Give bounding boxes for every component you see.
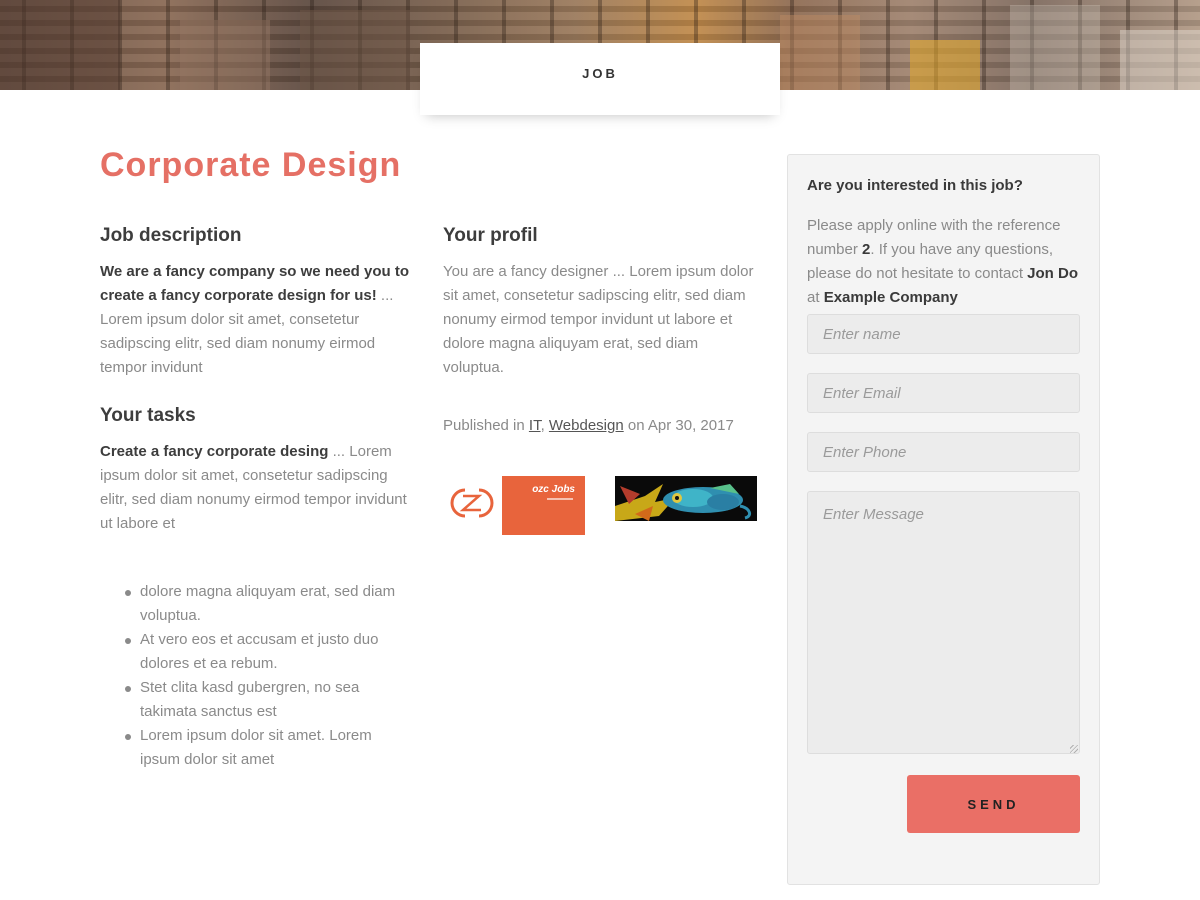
company-logo[interactable]: ozc Jobs <box>445 476 585 535</box>
message-field[interactable] <box>807 491 1080 754</box>
resize-handle-icon[interactable] <box>1070 745 1078 753</box>
logo-text: ozc Jobs <box>532 484 575 495</box>
profile-text: You are a fancy designer ... Lorem ipsum… <box>443 263 754 376</box>
chameleon-photo-icon <box>615 476 757 521</box>
published-prefix: Published in <box>443 417 529 434</box>
contact-name: Jon Do <box>1027 265 1078 282</box>
apply-text-3: at <box>807 289 824 306</box>
job-description-heading: Job description <box>100 225 242 246</box>
phone-field[interactable] <box>807 432 1080 472</box>
ozc-logo-icon <box>450 488 494 518</box>
list-item: Stet clita kasd gubergren, no sea takima… <box>125 676 412 724</box>
apply-heading: Are you interested in this job? <box>807 177 1023 194</box>
category-link-it[interactable]: IT <box>529 417 541 434</box>
tasks-text: Create a fancy corporate desing ... Lore… <box>100 440 412 536</box>
page-title: Corporate Design <box>100 146 402 184</box>
tasks-lead: Create a fancy corporate desing <box>100 443 329 460</box>
list-item: At vero eos et accusam et justo duo dolo… <box>125 628 412 676</box>
name-field[interactable] <box>807 314 1080 354</box>
send-button[interactable]: SEND <box>907 775 1080 833</box>
published-separator: , <box>540 417 549 434</box>
tasks-heading: Your tasks <box>100 405 196 426</box>
company-name: Example Company <box>823 289 958 306</box>
chameleon-image[interactable] <box>615 476 757 521</box>
list-item: Lorem ipsum dolor sit amet. Lorem ipsum … <box>125 724 412 772</box>
ozc-logo-box: ozc Jobs <box>502 476 585 535</box>
profile-heading: Your profil <box>443 225 538 246</box>
middle-column: Your profil You are a fancy designer ...… <box>443 224 761 438</box>
tasks-list: dolore magna aliquyam erat, sed diam vol… <box>100 580 412 772</box>
apply-text: Please apply online with the reference n… <box>807 214 1085 310</box>
published-date: on Apr 30, 2017 <box>623 417 734 434</box>
list-item: dolore magna aliquyam erat, sed diam vol… <box>125 580 412 628</box>
tab-job[interactable]: JOB <box>420 43 780 115</box>
application-panel: Are you interested in this job? Please a… <box>787 154 1100 885</box>
published-info: Published in IT, Webdesign on Apr 30, 20… <box>443 414 761 438</box>
tasks-section: Your tasks Create a fancy corporate desi… <box>100 404 412 772</box>
category-link-webdesign[interactable]: Webdesign <box>549 417 624 434</box>
job-description-lead: We are a fancy company so we need you to… <box>100 263 409 304</box>
email-field[interactable] <box>807 373 1080 413</box>
job-description-text: We are a fancy company so we need you to… <box>100 260 412 380</box>
left-column: Job description We are a fancy company s… <box>100 224 412 772</box>
